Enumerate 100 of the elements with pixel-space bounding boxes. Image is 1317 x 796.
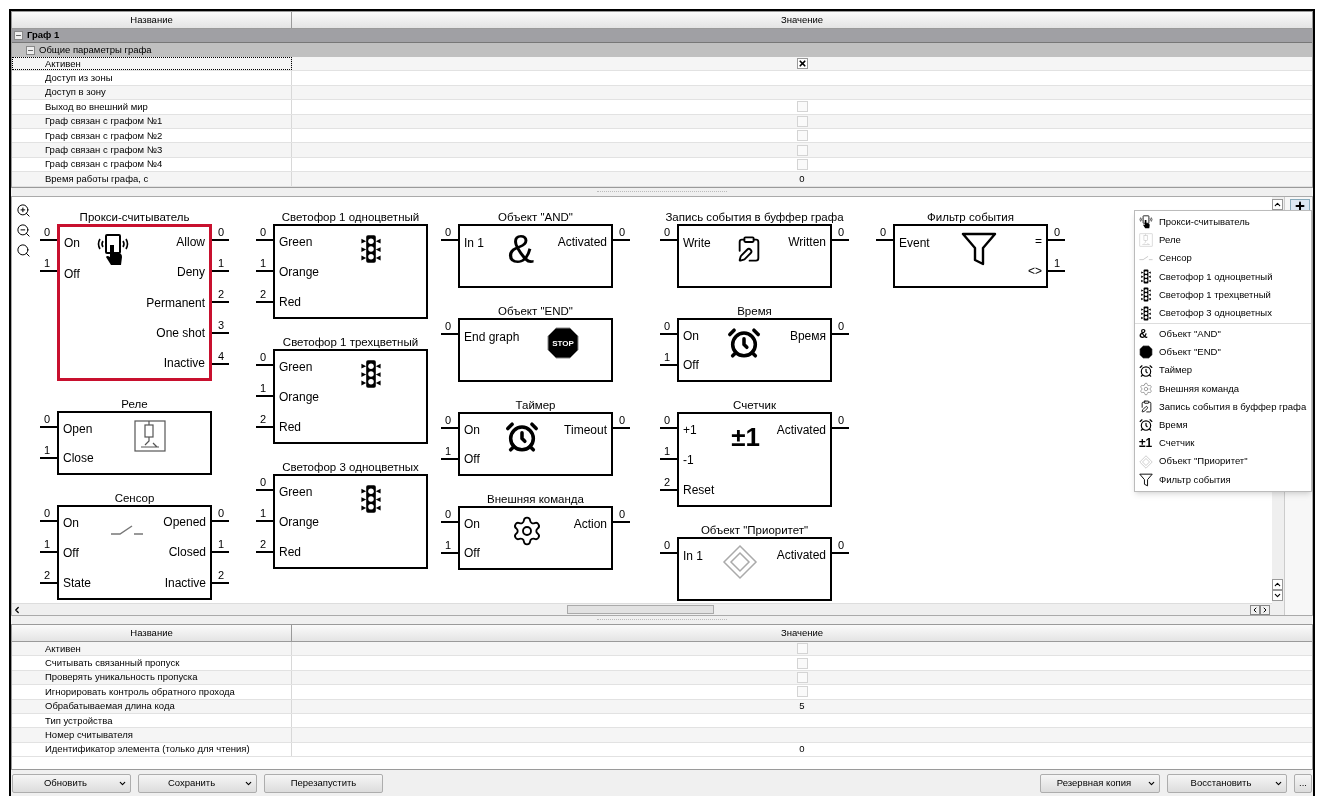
- toolbar-button[interactable]: Восстановить: [1167, 773, 1287, 793]
- property-name[interactable]: Обрабатываемая длина кода: [12, 699, 292, 713]
- zoom-reset-icon[interactable]: [16, 243, 31, 258]
- port-number: 2: [663, 475, 672, 489]
- node-box[interactable]: End graph STOP: [458, 318, 613, 382]
- splitter-handle[interactable]: [597, 191, 727, 193]
- port-number: 3: [217, 318, 226, 332]
- checkbox[interactable]: [796, 671, 808, 683]
- port-number: 1: [663, 350, 672, 364]
- toolbar-button[interactable]: Обновить: [12, 773, 131, 793]
- checkbox[interactable]: [796, 58, 808, 70]
- node-box[interactable]: Green Orange Red: [273, 224, 428, 319]
- menu-item[interactable]: Светофор 1 трехцветный: [1135, 285, 1311, 304]
- toolbar-button[interactable]: Резервная копия: [1040, 773, 1160, 793]
- port-number: 1: [444, 538, 453, 552]
- column-header[interactable]: Название: [12, 12, 292, 28]
- node-box[interactable]: On Off State Opened Closed Inactive: [57, 505, 212, 600]
- property-name[interactable]: Граф связан с графом №4: [12, 157, 292, 172]
- property-name[interactable]: Граф связан с графом №2: [12, 128, 292, 143]
- collapse-toggle[interactable]: [14, 31, 23, 40]
- node-box[interactable]: Open Close: [57, 411, 212, 475]
- menu-item[interactable]: Фильтр события: [1135, 470, 1311, 489]
- menu-item[interactable]: Реле: [1135, 231, 1311, 250]
- checkbox[interactable]: [796, 101, 808, 113]
- property-name[interactable]: Тип устройства: [12, 713, 292, 728]
- menu-item[interactable]: Сенсор: [1135, 249, 1311, 268]
- port-label: Close: [63, 452, 94, 465]
- relay-icon: [132, 419, 167, 453]
- menu-item[interactable]: Запись события в буффер графа: [1135, 397, 1311, 417]
- menu-item[interactable]: Таймер: [1135, 361, 1311, 380]
- port-number: 2: [217, 568, 226, 582]
- diamond-icon: [1139, 454, 1153, 469]
- menu-item[interactable]: ±1 Счетчик: [1135, 434, 1311, 453]
- menu-item[interactable]: Время: [1135, 416, 1311, 435]
- property-name[interactable]: Игнорировать контроль обратного прохода: [12, 685, 292, 699]
- menu-item[interactable]: Объект "END": [1135, 343, 1311, 362]
- diamond-icon: [721, 544, 758, 580]
- scroll-right-icon[interactable]: [1260, 604, 1270, 615]
- zoom-in-icon[interactable]: [16, 203, 31, 218]
- column-header[interactable]: Название: [12, 625, 292, 641]
- node-box[interactable]: +1 -1 Reset ±1 Activated: [677, 412, 832, 507]
- node-box[interactable]: On Off Action: [458, 506, 613, 570]
- node-box[interactable]: On Off Allow Deny Permanent One shot Inactive: [57, 224, 212, 381]
- column-header[interactable]: Значение: [292, 625, 1312, 641]
- horizontal-scrollbar[interactable]: [12, 603, 1272, 615]
- checkbox[interactable]: [796, 144, 808, 156]
- node-box[interactable]: Green Orange Red: [273, 349, 428, 444]
- splitter-handle[interactable]: [597, 619, 727, 621]
- scroll-up-icon[interactable]: [1272, 579, 1283, 590]
- port-label: In 1: [683, 549, 703, 562]
- port-number: 0: [43, 225, 52, 239]
- port-label: On: [683, 329, 699, 342]
- scroll-left-icon[interactable]: [12, 604, 22, 615]
- node-box[interactable]: In 1 & Activated: [458, 224, 613, 288]
- port-number: 0: [663, 538, 672, 552]
- toolbar-button[interactable]: Перезапустить: [264, 773, 383, 793]
- column-header[interactable]: Значение: [292, 12, 1312, 28]
- property-name[interactable]: Доступ из зоны: [12, 71, 292, 85]
- zoom-out-icon[interactable]: [16, 223, 31, 238]
- scrollbar-thumb[interactable]: [567, 605, 714, 614]
- node-box[interactable]: Write Written: [677, 224, 832, 288]
- checkbox[interactable]: [796, 643, 808, 655]
- switch-icon: [110, 524, 145, 536]
- toolbar-button[interactable]: Сохранить: [138, 773, 257, 793]
- scroll-up-icon[interactable]: [1272, 199, 1283, 210]
- value-text: 0: [799, 171, 805, 186]
- property-name[interactable]: Считывать связанный пропуск: [12, 656, 292, 670]
- property-name[interactable]: Время работы графа, с: [12, 172, 292, 186]
- node-box[interactable]: Event = <>: [893, 224, 1048, 288]
- menu-item[interactable]: Светофор 1 одноцветный: [1135, 267, 1311, 286]
- property-name[interactable]: Выход во внешний мир: [12, 100, 292, 114]
- traffic-light-icon: [358, 359, 383, 389]
- switch-icon: [1139, 254, 1153, 263]
- checkbox[interactable]: [796, 130, 808, 142]
- scroll-left-icon[interactable]: [1250, 604, 1260, 615]
- node-title: Объект "END": [498, 304, 573, 318]
- menu-item[interactable]: Объект "Приоритет": [1135, 452, 1311, 471]
- scroll-down-icon[interactable]: [1272, 590, 1283, 601]
- menu-item[interactable]: Светофор 3 одноцветных: [1135, 303, 1311, 323]
- port-number: 0: [444, 319, 453, 333]
- port-number: 0: [217, 225, 226, 239]
- checkbox[interactable]: [796, 158, 808, 170]
- node-box[interactable]: On Off Время: [677, 318, 832, 382]
- settings-icon: [1139, 381, 1153, 396]
- checkbox[interactable]: [796, 686, 808, 698]
- port-label: State: [63, 577, 92, 589]
- collapse-toggle[interactable]: [26, 45, 35, 55]
- node-box[interactable]: In 1 Activated: [677, 537, 832, 601]
- menu-item[interactable]: Внешняя команда: [1135, 379, 1311, 398]
- menu-item[interactable]: Прокси-считыватель: [1135, 213, 1311, 232]
- property-name[interactable]: Идентификатор элемента (только для чтения): [12, 742, 292, 757]
- toolbar-button[interactable]: ...: [1294, 773, 1312, 793]
- menu-item[interactable]: & Объект "AND": [1135, 325, 1311, 344]
- checkbox[interactable]: [796, 657, 808, 669]
- port-number: 1: [217, 256, 226, 270]
- node-box[interactable]: Green Orange Red: [273, 474, 428, 569]
- checkbox[interactable]: [796, 115, 808, 127]
- node-box[interactable]: On Off Timeout: [458, 412, 613, 476]
- port-number: 0: [444, 507, 453, 521]
- plus-icon: [1294, 200, 1306, 212]
